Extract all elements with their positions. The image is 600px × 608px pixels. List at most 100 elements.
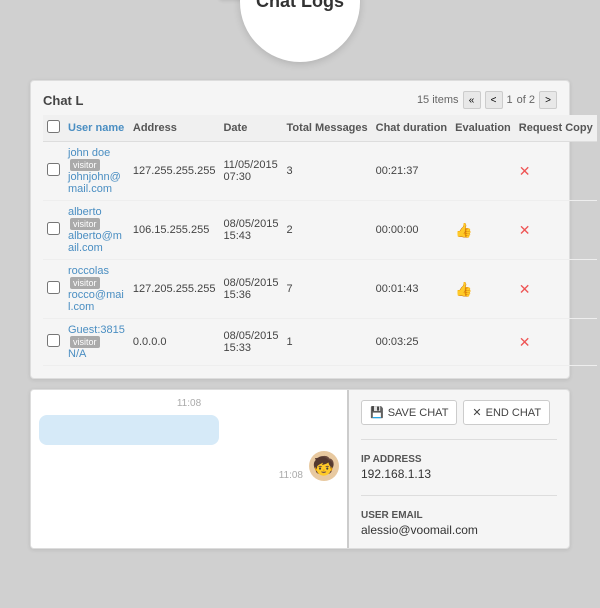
thumb-up-icon: 👍: [455, 281, 472, 297]
items-count: 15 items: [417, 94, 459, 106]
email-link[interactable]: johnjohn@mail.com: [68, 171, 121, 195]
delete-icon[interactable]: ✕: [519, 222, 531, 238]
header-date: Date: [219, 115, 282, 142]
table-row: roccolas visitor rocco@mail.com 127.205.…: [43, 260, 597, 319]
header-checkbox: [43, 115, 64, 142]
username-link[interactable]: roccolas: [68, 265, 109, 277]
panel-header: Chat L 15 items « < 1 of 2 >: [43, 91, 557, 109]
email-link[interactable]: N/A: [68, 348, 86, 360]
ip-address-section: IP ADDRESS 192.168.1.13: [361, 454, 557, 481]
chat-logs-badge: Chat Logs: [240, 0, 360, 62]
row-username: alberto visitor alberto@mail.com: [64, 201, 129, 260]
row-evaluation: [451, 142, 515, 201]
divider2: [361, 495, 557, 496]
delete-icon[interactable]: ✕: [519, 281, 531, 297]
username-link[interactable]: alberto: [68, 206, 102, 218]
row-checkbox-cell: [43, 142, 64, 201]
header-total-messages: Total Messages: [283, 115, 372, 142]
row-checkbox[interactable]: [47, 281, 60, 294]
row-checkbox-cell: [43, 201, 64, 260]
row-evaluation: 👍: [451, 260, 515, 319]
select-all-checkbox[interactable]: [47, 120, 60, 133]
chat-time-1: 11:08: [39, 398, 339, 409]
row-address: 106.15.255.255: [129, 201, 220, 260]
pagination-first[interactable]: «: [463, 91, 481, 109]
table-row: john doe visitor johnjohn@mail.com 127.2…: [43, 142, 597, 201]
end-chat-button[interactable]: ✕ END CHAT: [463, 400, 550, 425]
row-request-copy: ✕: [515, 201, 597, 260]
header-username[interactable]: User name: [64, 115, 129, 142]
ip-address-label: IP ADDRESS: [361, 454, 557, 465]
row-request-copy: ✕: [515, 319, 597, 366]
row-checkbox[interactable]: [47, 163, 60, 176]
visitor-badge: visitor: [70, 277, 100, 289]
delete-icon[interactable]: ✕: [519, 163, 531, 179]
row-messages: 7: [283, 260, 372, 319]
visitor-badge: visitor: [70, 159, 100, 171]
row-duration: 00:21:37: [372, 142, 452, 201]
thumb-up-icon: 👍: [455, 222, 472, 238]
row-address: 0.0.0.0: [129, 319, 220, 366]
header-request-copy: Request Copy: [515, 115, 597, 142]
row-username: Guest:3815 visitor N/A: [64, 319, 129, 366]
end-icon: ✕: [472, 406, 481, 419]
save-chat-label: SAVE CHAT: [388, 407, 449, 419]
row-messages: 2: [283, 201, 372, 260]
row-checkbox[interactable]: [47, 334, 60, 347]
panel-title: Chat L: [43, 93, 83, 108]
row-date: 08/05/201515:43: [219, 201, 282, 260]
chat-logs-title: Chat Logs: [256, 0, 344, 13]
row-evaluation: [451, 319, 515, 366]
row-request-copy: ✕: [515, 142, 597, 201]
row-username: roccolas visitor rocco@mail.com: [64, 260, 129, 319]
row-address: 127.205.255.255: [129, 260, 220, 319]
row-request-copy: ✕: [515, 260, 597, 319]
bottom-panel: 11:08 11:08 🧒 💾 SAVE CHAT ✕ END CHAT IP …: [30, 389, 570, 549]
page-current: 1: [507, 94, 513, 106]
visitor-badge: visitor: [70, 218, 100, 230]
sidebar-actions: 💾 SAVE CHAT ✕ END CHAT IP ADDRESS 192.16…: [349, 390, 569, 548]
pagination: 15 items « < 1 of 2 >: [417, 91, 557, 109]
visitor-badge: visitor: [70, 336, 100, 348]
header-address: Address: [129, 115, 220, 142]
row-duration: 00:00:00: [372, 201, 452, 260]
row-username: john doe visitor johnjohn@mail.com: [64, 142, 129, 201]
pagination-next[interactable]: >: [539, 91, 557, 109]
user-email-label: USER EMAIL: [361, 510, 557, 521]
divider: [361, 439, 557, 440]
header-chat-duration: Chat duration: [372, 115, 452, 142]
username-link[interactable]: Guest:3815: [68, 324, 125, 336]
row-date: 08/05/201515:33: [219, 319, 282, 366]
save-icon: 💾: [370, 406, 384, 419]
row-date: 11/05/201507:30: [219, 142, 282, 201]
table-row: Guest:3815 visitor N/A 0.0.0.0 08/05/201…: [43, 319, 597, 366]
chat-area: 11:08 11:08 🧒: [31, 390, 349, 548]
row-duration: 00:03:25: [372, 319, 452, 366]
row-checkbox-cell: [43, 260, 64, 319]
chat-table: User name Address Date Total Messages Ch…: [43, 115, 597, 366]
row-date: 08/05/201515:36: [219, 260, 282, 319]
user-email-section: USER EMAIL alessio@voomail.com: [361, 510, 557, 537]
email-link[interactable]: rocco@mail.com: [68, 289, 124, 313]
row-checkbox[interactable]: [47, 222, 60, 235]
pagination-prev[interactable]: <: [485, 91, 503, 109]
delete-icon[interactable]: ✕: [519, 334, 531, 350]
chat-bubble: [39, 415, 219, 445]
username-link[interactable]: john doe: [68, 147, 110, 159]
page-of: of 2: [517, 94, 535, 106]
row-checkbox-cell: [43, 319, 64, 366]
avatar: 🧒: [309, 451, 339, 481]
user-email-value: alessio@voomail.com: [361, 523, 557, 537]
chat-bubble-right: 11:08 🧒: [39, 451, 339, 481]
table-row: alberto visitor alberto@mail.com 106.15.…: [43, 201, 597, 260]
chat-logs-panel: Chat L 15 items « < 1 of 2 > User name A…: [30, 80, 570, 379]
chat-time-2: 11:08: [279, 470, 303, 481]
row-evaluation: 👍: [451, 201, 515, 260]
table-header-row: User name Address Date Total Messages Ch…: [43, 115, 597, 142]
row-duration: 00:01:43: [372, 260, 452, 319]
save-chat-button[interactable]: 💾 SAVE CHAT: [361, 400, 457, 425]
row-address: 127.255.255.255: [129, 142, 220, 201]
email-link[interactable]: alberto@mail.com: [68, 230, 122, 254]
header-evaluation: Evaluation: [451, 115, 515, 142]
ip-address-value: 192.168.1.13: [361, 467, 557, 481]
